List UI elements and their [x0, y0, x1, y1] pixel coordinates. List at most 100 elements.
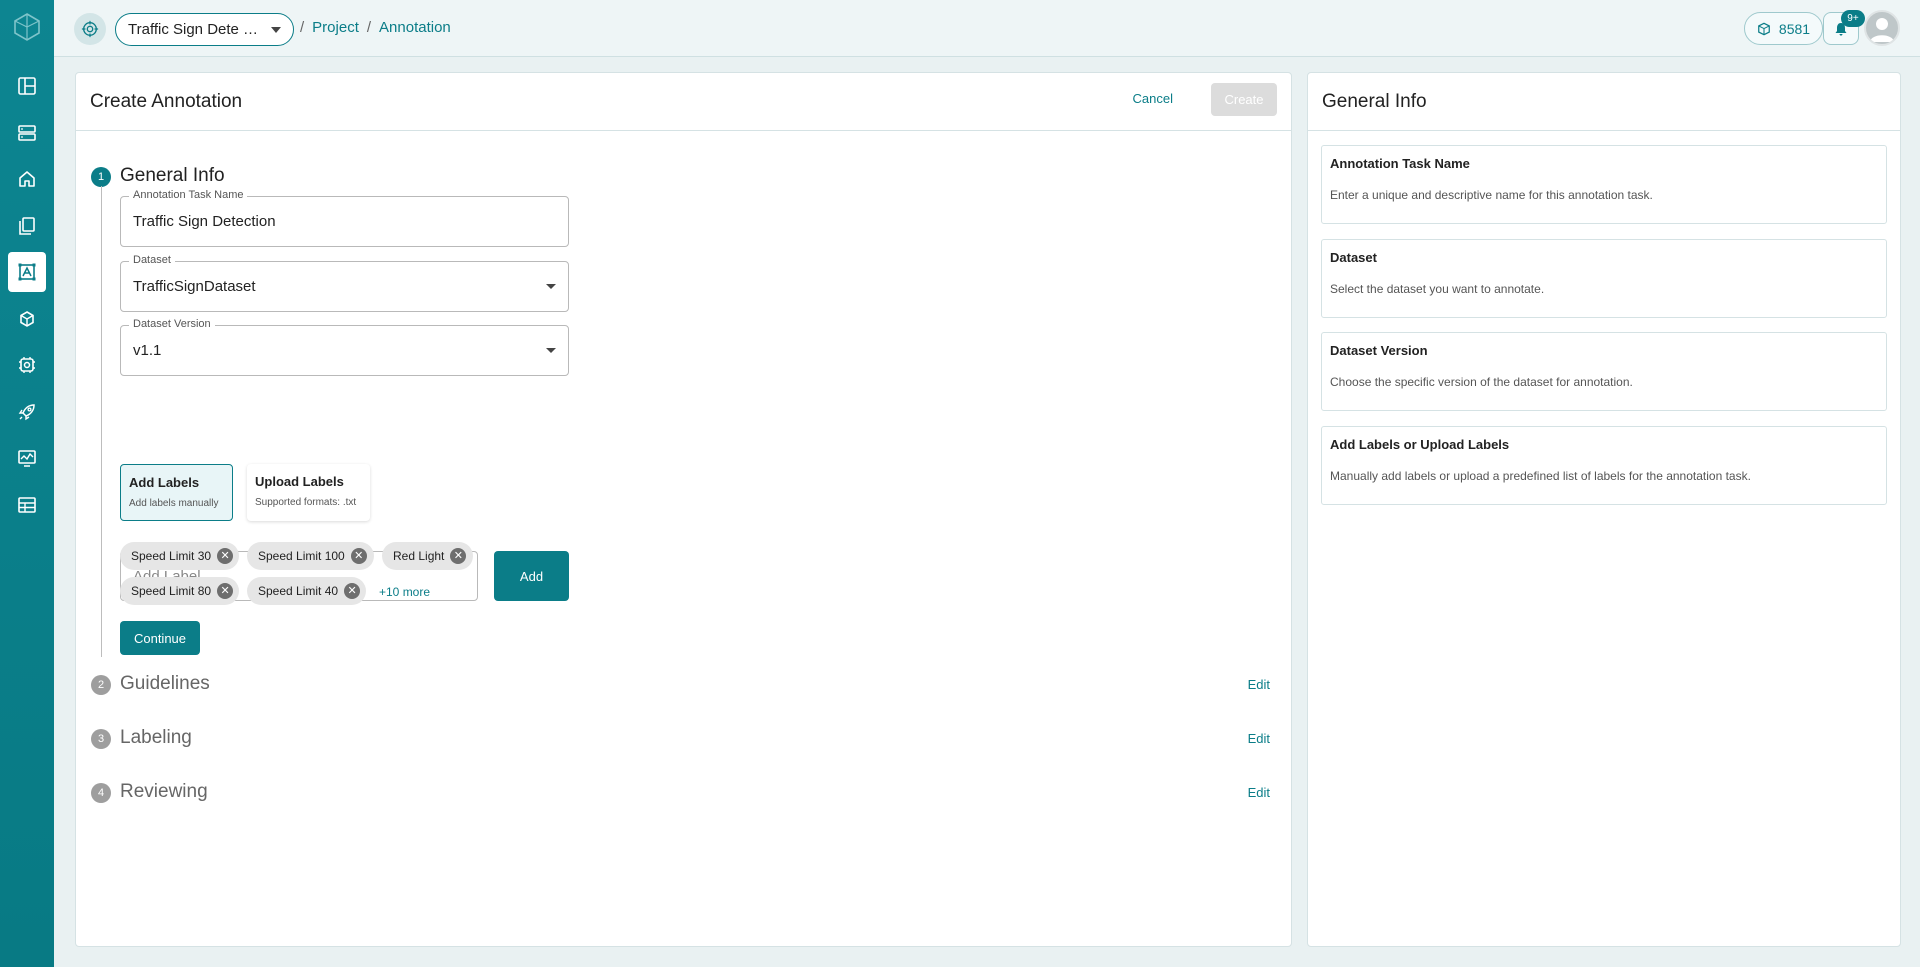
step-title-general-info: General Info — [120, 165, 225, 186]
option-subtitle: Supported formats: .txt — [255, 497, 357, 508]
sidebar-item-files[interactable] — [8, 206, 46, 246]
edit-labeling-link[interactable]: Edit — [1248, 731, 1270, 746]
breadcrumb-annotation[interactable]: Annotation — [379, 19, 451, 36]
step-number: 2 — [91, 675, 111, 695]
remove-icon[interactable]: ✕ — [450, 548, 467, 564]
info-title: Annotation Task Name — [1330, 156, 1470, 171]
avatar[interactable] — [1864, 10, 1900, 46]
files-icon — [19, 217, 35, 235]
remove-icon[interactable]: ✕ — [217, 583, 234, 599]
table-icon — [18, 497, 36, 513]
info-item: Annotation Task Name Enter a unique and … — [1321, 145, 1887, 224]
home-icon — [19, 171, 35, 187]
label-chip-text: Speed Limit 100 — [258, 549, 345, 563]
panel-header: General Info — [1308, 73, 1900, 131]
add-label-button[interactable]: Add — [494, 551, 569, 601]
page-title: Create Annotation — [90, 90, 243, 112]
sidebar-item-settings[interactable] — [8, 345, 46, 385]
sidebar-item-model[interactable] — [8, 299, 46, 339]
dataset-version-select[interactable]: Dataset Version v1.1 — [120, 318, 569, 376]
info-item: Dataset Version Choose the specific vers… — [1321, 332, 1887, 411]
field-label: Dataset Version — [129, 318, 215, 330]
create-button[interactable]: Create — [1211, 83, 1277, 116]
monitor-icon — [18, 450, 36, 467]
label-chip-text: Red Light — [393, 549, 445, 563]
sidebar-item-deploy[interactable] — [8, 392, 46, 432]
settings-icon — [19, 357, 35, 373]
step-number: 3 — [91, 729, 111, 749]
info-description: Enter a unique and descriptive name for … — [1330, 188, 1653, 202]
cancel-button[interactable]: Cancel — [1133, 91, 1173, 106]
info-item: Add Labels or Upload Labels Manually add… — [1321, 426, 1887, 505]
upload-labels-option[interactable]: Upload Labels Supported formats: .txt — [247, 464, 370, 521]
annotation-icon — [18, 263, 36, 281]
sidebar-item-home[interactable] — [8, 159, 46, 199]
dataset-select[interactable]: Dataset TrafficSignDataset — [120, 254, 569, 312]
notification-badge: 9+ — [1841, 10, 1865, 27]
info-title: Add Labels or Upload Labels — [1330, 437, 1510, 452]
sidebar-item-table[interactable] — [8, 485, 46, 525]
breadcrumb-separator: / — [366, 19, 372, 36]
rocket-icon — [18, 404, 35, 421]
remove-icon[interactable]: ✕ — [217, 548, 234, 564]
chevron-down-icon — [271, 27, 281, 33]
cube-icon — [1758, 22, 1770, 35]
chevron-down-icon — [546, 284, 556, 289]
breadcrumb: / Project / Annotation — [300, 19, 451, 36]
step-title-labeling: Labeling — [120, 727, 192, 748]
label-chip: Speed Limit 80 ✕ — [120, 577, 239, 605]
step-title-reviewing: Reviewing — [120, 781, 208, 802]
chevron-down-icon — [546, 348, 556, 353]
field-value: v1.1 — [133, 342, 162, 359]
credits-button[interactable]: 8581 — [1744, 12, 1823, 45]
label-chip: Speed Limit 40 ✕ — [247, 577, 366, 605]
info-description: Manually add labels or upload a predefin… — [1330, 469, 1751, 483]
create-annotation-card: Create Annotation Cancel Create 1 Genera… — [75, 72, 1292, 947]
general-info-panel: General Info Annotation Task Name Enter … — [1307, 72, 1901, 947]
server-icon — [18, 125, 36, 141]
option-title: Upload Labels — [255, 474, 344, 489]
label-chip: Speed Limit 30 ✕ — [120, 542, 239, 570]
add-labels-option[interactable]: Add Labels Add labels manually — [120, 464, 233, 521]
edit-reviewing-link[interactable]: Edit — [1248, 785, 1270, 800]
sidebar-item-annotation[interactable] — [8, 252, 46, 292]
option-subtitle: Add labels manually — [129, 498, 219, 509]
topbar: Traffic Sign Dete … / Project / Annotati… — [54, 0, 1920, 57]
model-icon — [20, 311, 34, 327]
field-label: Annotation Task Name — [129, 189, 248, 201]
breadcrumb-separator: / — [300, 19, 305, 36]
label-chip-text: Speed Limit 30 — [131, 549, 212, 563]
task-name-field[interactable]: Annotation Task Name Traffic Sign Detect… — [120, 189, 569, 247]
continue-button[interactable]: Continue — [120, 621, 200, 655]
field-value: TrafficSignDataset — [133, 278, 256, 295]
option-title: Add Labels — [129, 475, 200, 490]
sidebar-item-layout[interactable] — [8, 66, 46, 106]
more-labels-link[interactable]: +10 more — [379, 585, 430, 599]
label-chip: Red Light ✕ — [382, 542, 473, 570]
step-number: 4 — [91, 783, 111, 803]
breadcrumb-project[interactable]: Project — [312, 19, 359, 36]
project-select[interactable]: Traffic Sign Dete … — [115, 13, 294, 46]
info-description: Choose the specific version of the datas… — [1330, 375, 1633, 389]
step-connector — [101, 186, 102, 657]
info-item: Dataset Select the dataset you want to a… — [1321, 239, 1887, 318]
sidebar — [0, 0, 54, 967]
label-chip-text: Speed Limit 80 — [131, 584, 212, 598]
step-title-guidelines: Guidelines — [120, 673, 210, 694]
remove-icon[interactable]: ✕ — [350, 548, 367, 564]
info-title: Dataset — [1330, 250, 1377, 265]
card-header: Create Annotation Cancel Create — [76, 73, 1291, 131]
panel-title: General Info — [1322, 90, 1427, 112]
sidebar-item-monitor[interactable] — [8, 438, 46, 478]
label-chip-text: Speed Limit 40 — [258, 584, 339, 598]
remove-icon[interactable]: ✕ — [344, 583, 361, 599]
info-title: Dataset Version — [1330, 343, 1428, 358]
app-logo-icon[interactable] — [12, 12, 42, 42]
project-name: Traffic Sign Dete … — [128, 21, 259, 38]
info-description: Select the dataset you want to annotate. — [1330, 282, 1545, 296]
edit-guidelines-link[interactable]: Edit — [1248, 677, 1270, 692]
step-number: 1 — [91, 167, 111, 187]
sidebar-item-server[interactable] — [8, 113, 46, 153]
project-icon[interactable] — [74, 13, 106, 45]
layout-icon — [18, 77, 36, 95]
